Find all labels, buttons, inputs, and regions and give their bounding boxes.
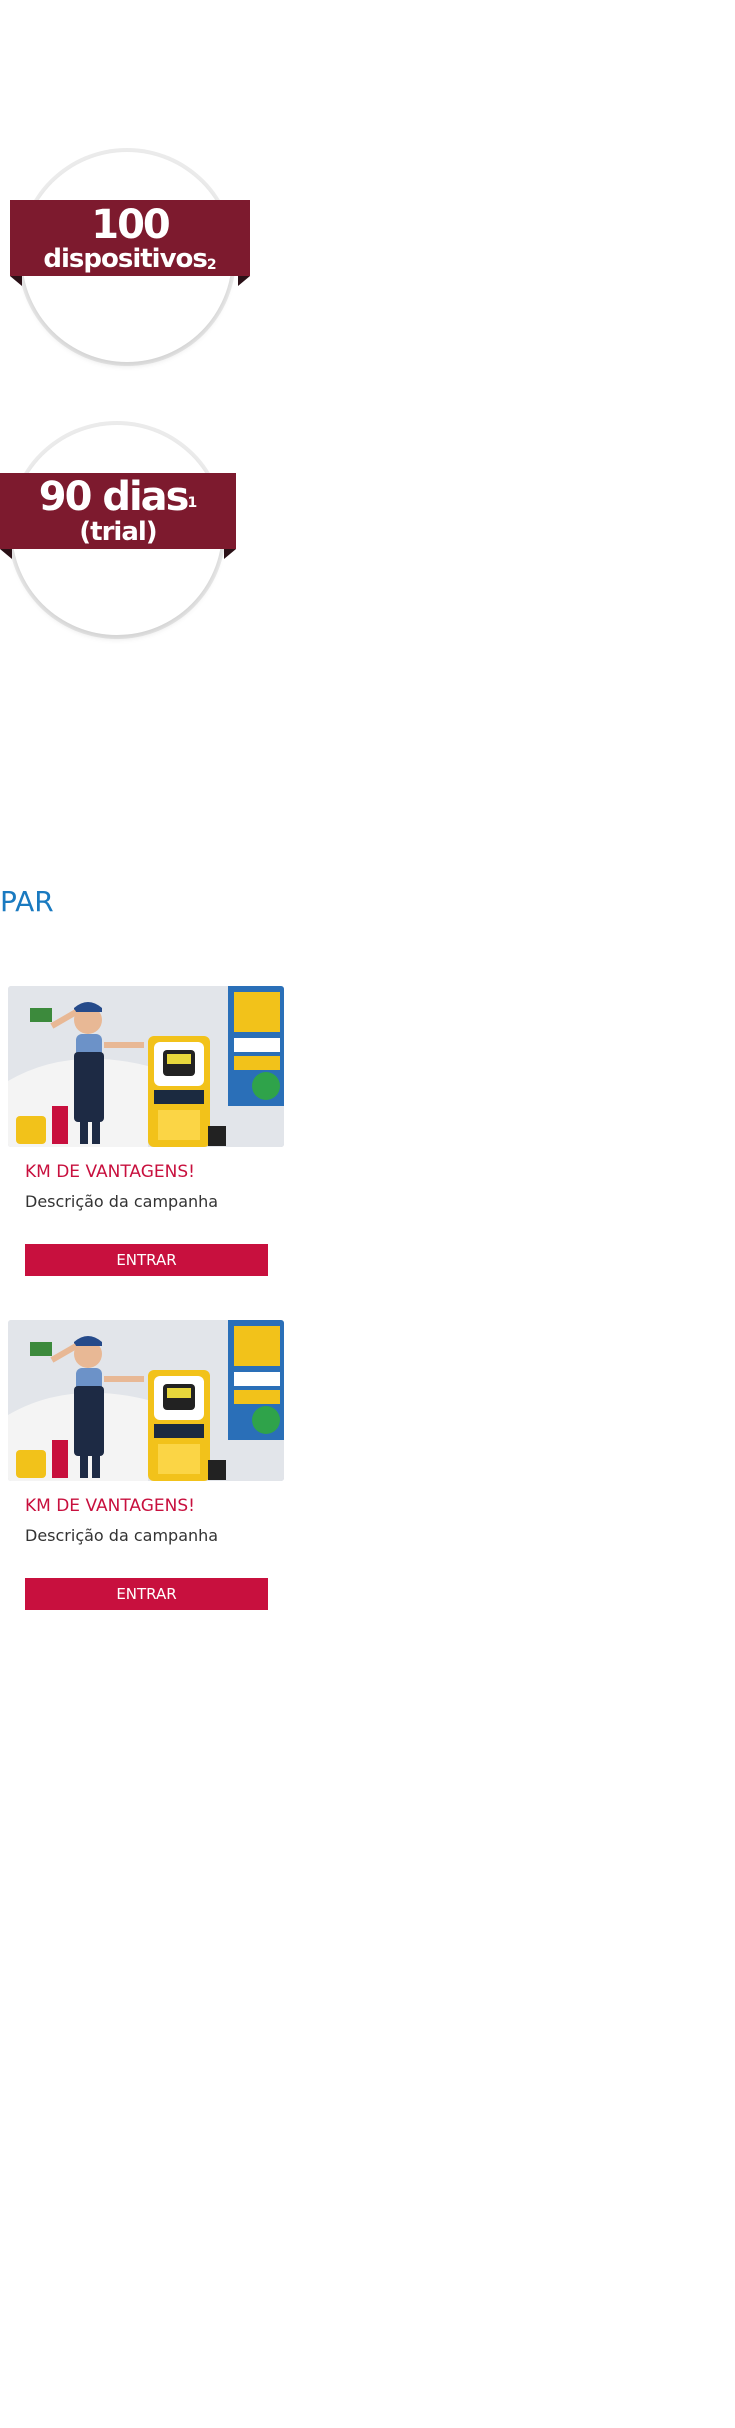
campaign-title: KM DE VANTAGENS! [25, 1496, 195, 1516]
campaign-description: Descrição da campanha [25, 1192, 219, 1211]
campaign-image [8, 986, 284, 1147]
badge-number: 100 [91, 202, 170, 248]
campaign-description: Descrição da campanha [25, 1526, 219, 1545]
badge-label: dispositivos [43, 244, 207, 274]
campaign-image [8, 1320, 284, 1481]
campaign-title: KM DE VANTAGENS! [25, 1162, 195, 1182]
badge-ribbon-devices: 100 dispositivos2 [10, 200, 250, 286]
campaign-card: KM DE VANTAGENS! Descrição da campanha E… [8, 986, 288, 1286]
badge-label: (trial) [79, 517, 157, 547]
badge-ribbon-trial: 90 dias1 (trial) [0, 473, 236, 559]
enter-button[interactable]: ENTRAR [25, 1578, 268, 1610]
campaign-card: KM DE VANTAGENS! Descrição da campanha E… [8, 1320, 288, 1620]
footnote-marker: 1 [187, 495, 198, 511]
section-title: PAR [0, 885, 54, 918]
enter-button[interactable]: ENTRAR [25, 1244, 268, 1276]
badge-number: 90 dias [38, 474, 190, 520]
footnote-marker: 2 [206, 257, 217, 273]
